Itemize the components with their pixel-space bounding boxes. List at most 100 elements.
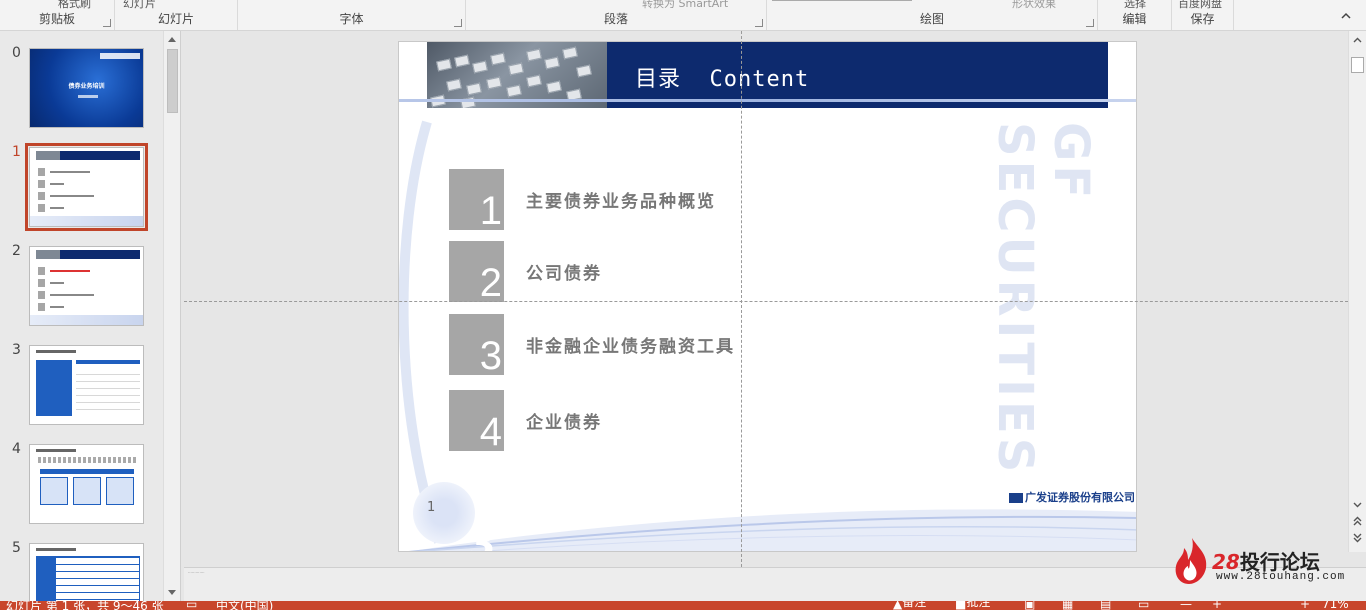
ribbon-group-label: 保存 — [1190, 12, 1215, 26]
ribbon-group-save: 百度网盘 保存 — [1172, 0, 1234, 30]
slide-thumbnail-pane: 0 债券业务培训 1 2 3 4 5 — [0, 31, 181, 601]
thumbnail-slide-0[interactable]: 0 债券业务培训 — [0, 45, 165, 135]
zoom-in-icon[interactable]: + — [1300, 601, 1310, 610]
thumbnail-number: 5 — [12, 540, 21, 556]
scrollbar-thumb[interactable] — [167, 49, 178, 113]
ribbon-group-font: 字体 — [238, 0, 466, 30]
zoom-level[interactable]: 71% — [1322, 601, 1349, 610]
ribbon-group-paragraph: 转换为 SmartArt 段落 — [466, 0, 767, 30]
company-logo: 广发证券股份有限公司 — [1009, 489, 1135, 505]
thumbnail-number: 2 — [12, 243, 21, 259]
ribbon-group-label: 绘图 — [919, 12, 944, 26]
toc-text: 主要债券业务品种概览 — [526, 192, 716, 212]
zoom-slider[interactable]: + — [1212, 601, 1222, 610]
normal-view-icon[interactable]: ▣ — [1024, 601, 1035, 610]
scrollbar-thumb[interactable] — [1351, 57, 1364, 73]
ribbon-group-label: 编辑 — [1122, 12, 1147, 26]
thumbnail-image — [29, 345, 144, 425]
notes-placeholder: ············· — [188, 570, 205, 575]
thumb-logo — [100, 53, 140, 59]
toc-number-box: 4 — [449, 390, 504, 454]
toc-number-box: 3 — [449, 314, 504, 378]
status-bar: 幻灯片 第 1 张，共 9～46 张 ▭ 中文(中国) ▲ 备注 ■ 批注 ▣ … — [0, 601, 1366, 610]
thumbnail-slide-1[interactable]: 1 — [0, 143, 165, 234]
comments-label: 批注 — [966, 601, 991, 609]
powerpoint-window: 格式刷 剪贴板 幻灯片 幻灯片 字体 转换为 SmartArt 段落 形状效果 … — [0, 0, 1366, 610]
slide-number: 1 — [427, 500, 436, 515]
clipboard-launcher-icon[interactable] — [103, 19, 111, 27]
scroll-down-icon[interactable] — [1351, 498, 1364, 511]
ribbon-group-clipboard: 格式刷 剪贴板 — [0, 0, 115, 30]
toc-text: 公司债券 — [526, 264, 602, 284]
spellcheck-icon[interactable]: ▭ — [186, 601, 197, 610]
vertical-guide[interactable] — [741, 31, 742, 567]
title-underline — [399, 99, 1136, 102]
slide-sorter-icon[interactable]: ▦ — [1062, 601, 1073, 610]
thumbnail-number: 4 — [12, 441, 21, 457]
zoom-out-icon[interactable]: — — [1180, 601, 1192, 610]
thumbnail-slide-4[interactable]: 4 — [0, 441, 165, 531]
slide-editor[interactable]: 目录 Content GF SECURITIES 1 主要债券业务品种概览 2 … — [184, 31, 1348, 567]
toc-number-box: 1 — [449, 169, 504, 233]
toc-text: 非金融企业债务融资工具 — [526, 337, 735, 357]
scroll-down-icon[interactable] — [168, 590, 176, 595]
slideshow-icon[interactable]: ▭ — [1138, 601, 1149, 610]
toc-item-4[interactable]: 4 企业债券 — [449, 390, 1009, 454]
toc-item-3[interactable]: 3 非金融企业债务融资工具 — [449, 314, 1009, 378]
thumb-subtitle — [78, 95, 98, 98]
drawing-launcher-icon[interactable] — [1086, 19, 1094, 27]
language-indicator[interactable]: 中文(中国) — [216, 601, 273, 610]
toc-number-box: 2 — [449, 241, 504, 305]
ribbon-group-label: 段落 — [603, 12, 628, 26]
slide-count: 幻灯片 第 1 张，共 9～46 张 — [6, 601, 164, 610]
toc-item-2[interactable]: 2 公司债券 — [449, 241, 1009, 305]
scroll-up-icon[interactable] — [168, 37, 176, 42]
paragraph-launcher-icon[interactable] — [755, 19, 763, 27]
collapse-ribbon-icon[interactable] — [1340, 10, 1352, 22]
toc-text: 企业债券 — [526, 413, 602, 433]
watermark-text: GF SECURITIES — [987, 122, 1099, 477]
thumbnail-slide-3[interactable]: 3 — [0, 342, 165, 432]
toc-number: 3 — [479, 334, 502, 378]
font-launcher-icon[interactable] — [454, 19, 462, 27]
ribbon-group-label: 剪贴板 — [38, 12, 75, 26]
next-slide-icon[interactable] — [1351, 531, 1364, 544]
thumbnail-slide-2[interactable]: 2 — [0, 243, 165, 333]
thumbnail-scrollbar[interactable] — [163, 31, 180, 601]
ribbon-group-editing: 选择 编辑 — [1098, 0, 1172, 30]
slide-number-badge — [413, 482, 475, 544]
ghost-digit: 3 — [469, 522, 496, 552]
ribbon-group-label: 幻灯片 — [157, 12, 194, 26]
notes-label: 备注 — [902, 601, 927, 609]
reading-view-icon[interactable]: ▤ — [1100, 601, 1111, 610]
thumbnail-image — [25, 143, 148, 231]
brand-url: www.28touhang.com — [1216, 571, 1346, 583]
editor-scrollbar[interactable] — [1348, 31, 1366, 552]
gf-logo-icon — [1009, 493, 1023, 503]
thumbnail-image — [29, 543, 144, 601]
comments-toggle[interactable]: ■ 批注 — [955, 601, 990, 610]
previous-slide-icon[interactable] — [1351, 515, 1364, 528]
toc-number: 2 — [479, 261, 502, 305]
thumbnail-number: 0 — [12, 45, 21, 61]
logo-text: 广发证券股份有限公司 — [1025, 491, 1135, 504]
thumbnail-image — [29, 246, 144, 326]
slide-title[interactable]: 目录 Content — [635, 61, 809, 93]
ribbon-group-label: 字体 — [339, 12, 364, 26]
thumbnail-number: 3 — [12, 342, 21, 358]
slide-canvas[interactable]: 目录 Content GF SECURITIES 1 主要债券业务品种概览 2 … — [398, 41, 1137, 552]
flame-logo-icon — [1175, 538, 1207, 584]
thumbnail-number: 1 — [12, 144, 21, 160]
scroll-up-icon[interactable] — [1351, 34, 1364, 47]
shape-gallery[interactable] — [772, 0, 912, 1]
horizontal-guide[interactable] — [184, 301, 1348, 302]
thumbnail-image — [29, 444, 144, 524]
notes-toggle[interactable]: ▲ 备注 — [893, 601, 926, 610]
toc-number: 4 — [479, 410, 502, 454]
site-watermark: 28投行论坛 www.28touhang.com — [1170, 536, 1350, 588]
thumb-title: 债券业务培训 — [68, 83, 105, 90]
thumbnail-slide-5[interactable]: 5 — [0, 540, 165, 601]
toc-item-1[interactable]: 1 主要债券业务品种概览 — [449, 169, 1009, 233]
ribbon: 格式刷 剪贴板 幻灯片 幻灯片 字体 转换为 SmartArt 段落 形状效果 … — [0, 0, 1366, 31]
ribbon-group-drawing: 形状效果 绘图 — [767, 0, 1098, 30]
